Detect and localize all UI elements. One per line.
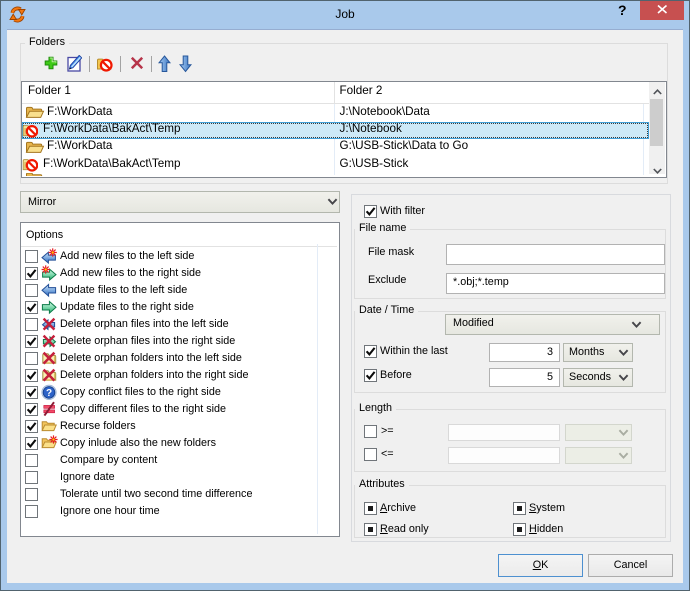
svg-text:?: ?: [46, 388, 52, 399]
